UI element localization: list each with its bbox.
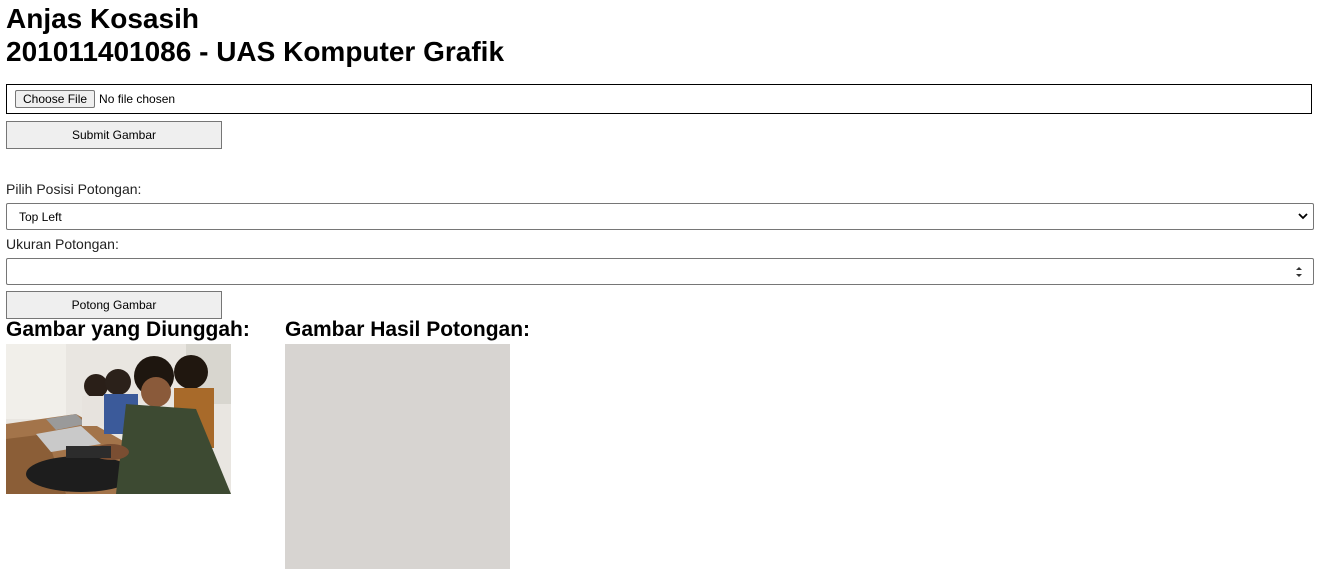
crop-size-label: Ukuran Potongan: — [6, 236, 119, 252]
crop-image-button[interactable]: Potong Gambar — [6, 291, 222, 319]
crop-position-select[interactable]: Top Left — [6, 203, 1314, 230]
cropped-image-title: Gambar Hasil Potongan: — [285, 318, 531, 341]
page: Anjas Kosasih 201011401086 - UAS Kompute… — [0, 0, 1325, 580]
file-upload-form: Choose File No file chosen — [6, 84, 1312, 114]
uploaded-image-title: Gambar yang Diunggah: — [6, 318, 250, 341]
author-name: Anjas Kosasih — [6, 3, 199, 34]
crop-position-value: Top Left — [19, 209, 62, 224]
spinner-icon[interactable] — [1295, 265, 1303, 279]
crop-size-input[interactable] — [6, 258, 1314, 285]
chevron-down-icon — [1298, 213, 1308, 220]
crop-position-label: Pilih Posisi Potongan: — [6, 181, 142, 197]
course-subtitle: 201011401086 - UAS Komputer Grafik — [6, 36, 505, 67]
page-title: Anjas Kosasih 201011401086 - UAS Kompute… — [6, 2, 504, 68]
cropped-image-placeholder — [285, 344, 510, 569]
submit-image-button[interactable]: Submit Gambar — [6, 121, 222, 149]
file-status: No file chosen — [99, 92, 176, 106]
choose-file-button[interactable]: Choose File — [15, 90, 96, 108]
uploaded-image — [6, 344, 231, 494]
